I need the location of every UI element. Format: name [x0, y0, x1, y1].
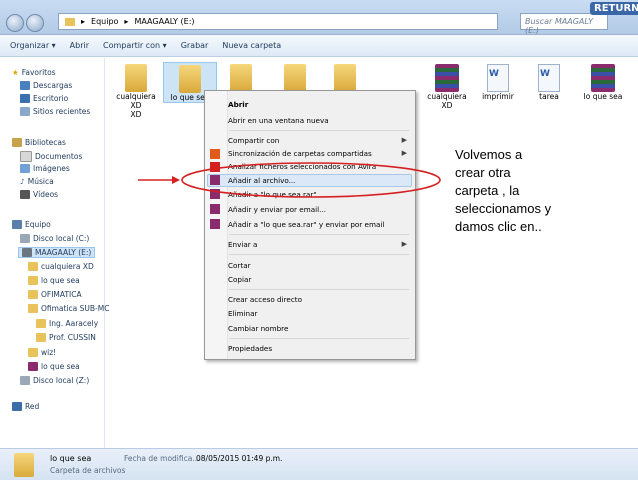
folder-icon [14, 453, 34, 477]
details-name: lo que sea [50, 454, 92, 463]
details-modified-label: Fecha de modifica... [124, 454, 200, 463]
annotation-ellipse [181, 162, 441, 198]
instruction-note: Volvemos a crear otra carpeta , la selec… [455, 147, 552, 234]
annotation-arrowhead-icon [172, 176, 180, 184]
annotation-overlay [138, 162, 441, 198]
details-modified-value: 08/05/2015 01:49 p.m. [196, 454, 283, 463]
details-pane: lo que sea Carpeta de archivos Fecha de … [0, 448, 638, 480]
details-type: Carpeta de archivos [50, 466, 126, 475]
